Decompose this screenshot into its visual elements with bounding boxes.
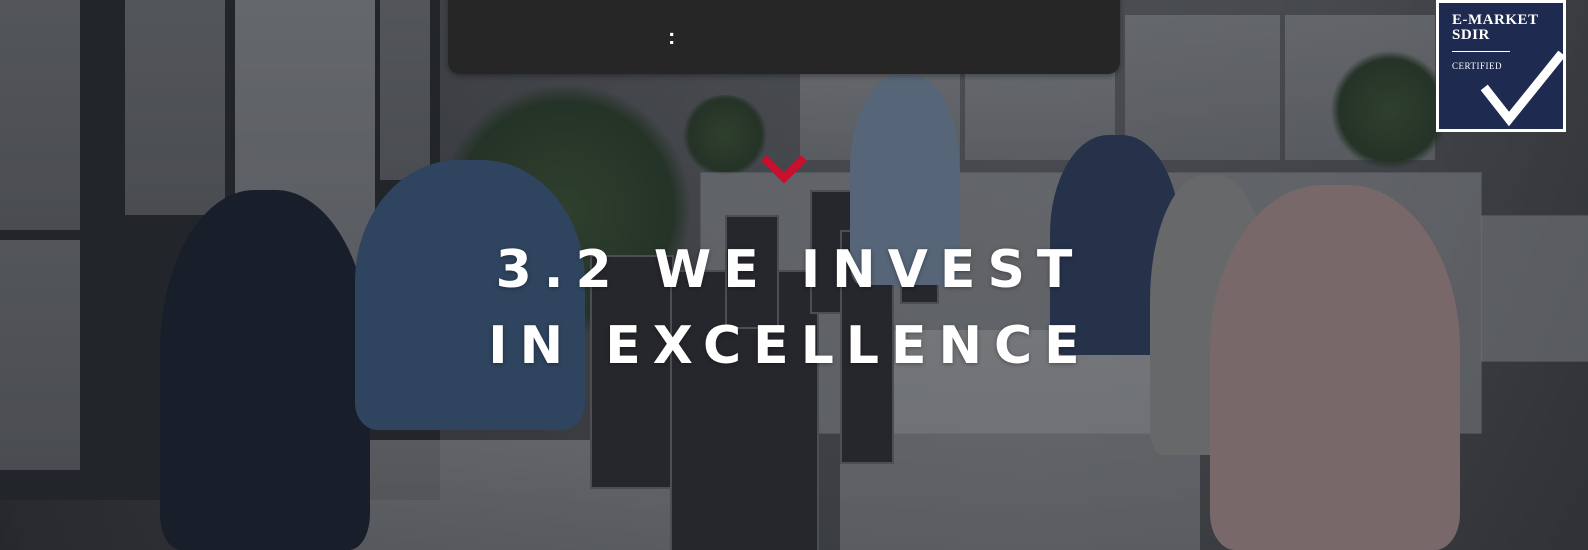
- hero-headline-line1: 3.2 WE INVEST: [495, 240, 1085, 300]
- checkmark-icon: [1480, 50, 1565, 127]
- hero-headline-line2: IN EXCELLENCE: [488, 316, 1092, 376]
- top-bar-separator: :: [668, 24, 676, 49]
- certification-badge[interactable]: E-MARKET SDIR CERTIFIED: [1436, 0, 1566, 132]
- chevron-down-icon[interactable]: [760, 152, 808, 186]
- badge-title: E-MARKET SDIR: [1452, 12, 1539, 43]
- hero-headline: 3.2 WE INVEST IN EXCELLENCE: [440, 232, 1140, 384]
- top-navigation-bar[interactable]: :: [448, 0, 1120, 74]
